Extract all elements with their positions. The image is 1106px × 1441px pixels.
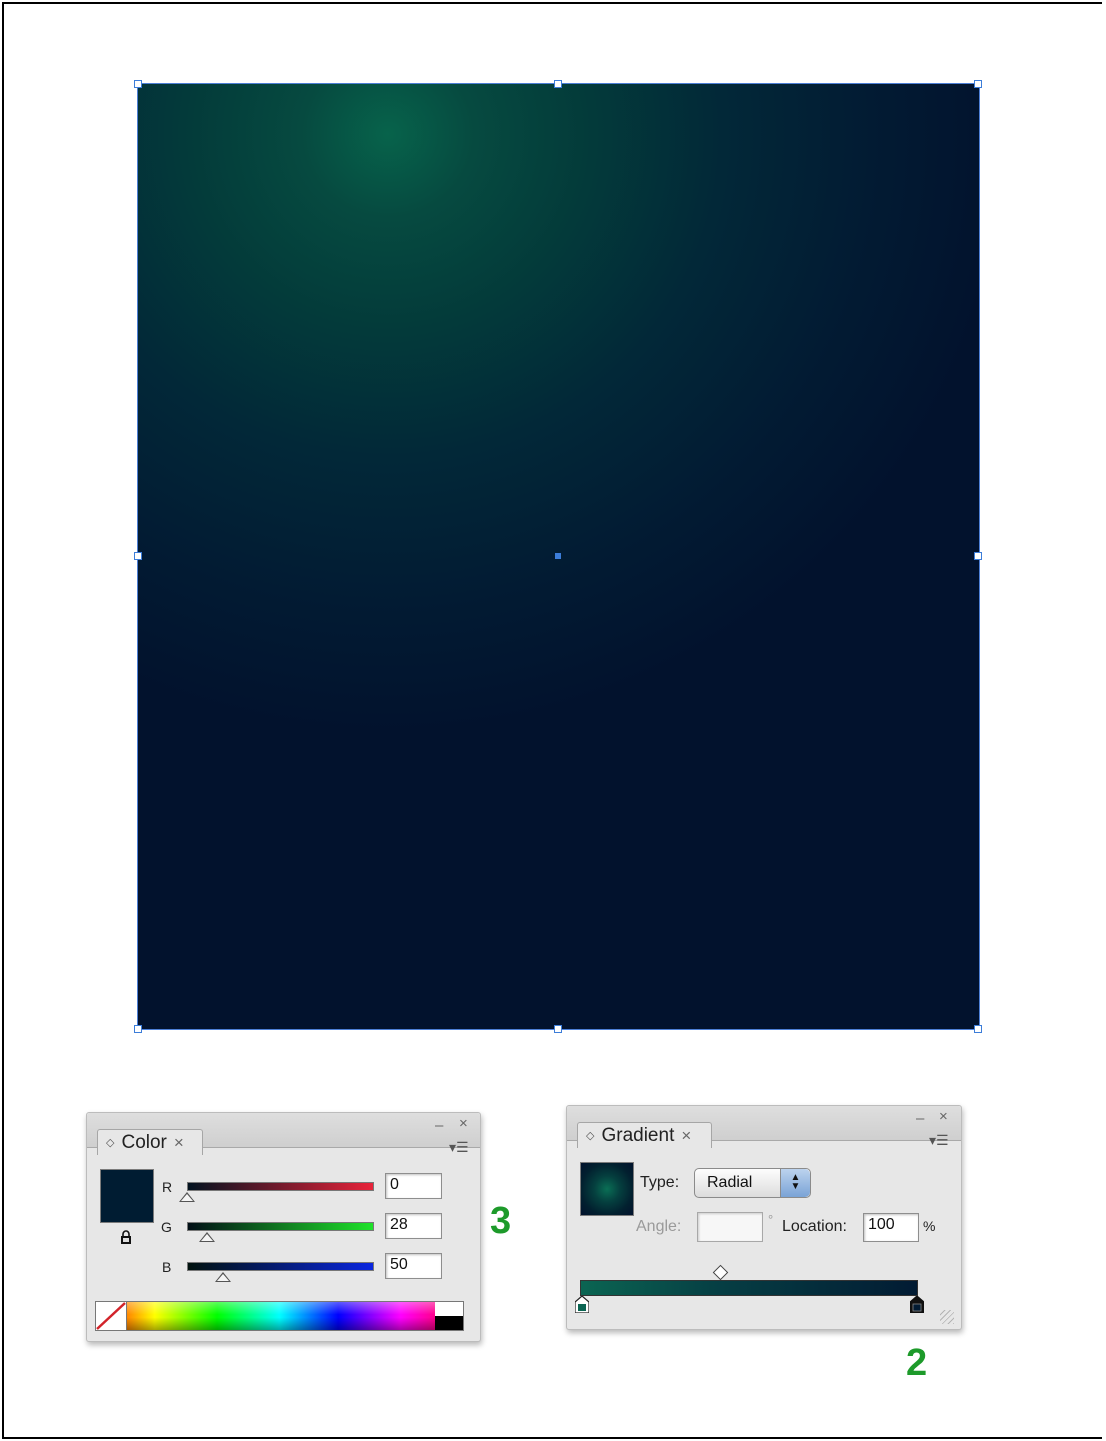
selection-handle-bottom-left[interactable] xyxy=(134,1025,142,1033)
blue-slider-thumb[interactable] xyxy=(215,1272,231,1282)
red-value-input[interactable]: 0 xyxy=(385,1173,442,1199)
close-icon[interactable]: × xyxy=(939,1109,948,1124)
gradient-type-select[interactable]: Radial ▲ ▼ xyxy=(694,1168,811,1198)
color-panel: ◇ Color × – × ▾☰ R 0 G 28 B 50 xyxy=(86,1112,481,1342)
selection-handle-middle-right[interactable] xyxy=(974,552,982,560)
close-icon[interactable]: × xyxy=(459,1116,468,1131)
resize-grip-icon[interactable] xyxy=(940,1310,954,1324)
gradient-tab-label: Gradient xyxy=(601,1124,675,1146)
gradient-midpoint-diamond[interactable] xyxy=(712,1264,729,1281)
angle-label: Angle: xyxy=(636,1218,682,1235)
green-slider-track[interactable] xyxy=(187,1222,374,1231)
type-label: Type: xyxy=(640,1174,680,1191)
percent-symbol: % xyxy=(923,1218,936,1234)
green-channel-label: G xyxy=(161,1219,172,1235)
color-panel-tab[interactable]: ◇ Color × xyxy=(97,1129,203,1155)
location-label: Location: xyxy=(782,1218,847,1235)
degree-symbol: ° xyxy=(768,1212,774,1227)
location-input[interactable]: 100 xyxy=(863,1213,919,1242)
gradient-type-value: Radial xyxy=(707,1174,753,1191)
blue-channel-label: B xyxy=(162,1259,172,1275)
out-of-gamut-lock-icon xyxy=(121,1230,131,1244)
panel-options-toggle-icon[interactable]: ◇ xyxy=(106,1136,114,1149)
blue-value-input[interactable]: 50 xyxy=(385,1253,442,1279)
green-value-input[interactable]: 28 xyxy=(385,1213,442,1239)
minimize-icon[interactable]: – xyxy=(435,1118,443,1133)
selection-handle-top-center[interactable] xyxy=(554,80,562,88)
select-stepper-icon: ▲ ▼ xyxy=(780,1169,810,1197)
green-slider-thumb[interactable] xyxy=(199,1232,215,1242)
panel-menu-icon[interactable]: ▾☰ xyxy=(449,1140,469,1154)
color-spectrum-bar[interactable] xyxy=(95,1301,464,1331)
fill-color-swatch[interactable] xyxy=(100,1169,154,1223)
gradient-panel: ◇ Gradient × – × ▾☰ Type: Radial ▲ ▼ Angl… xyxy=(566,1105,962,1330)
angle-input[interactable] xyxy=(697,1212,763,1242)
black-white-swatches[interactable] xyxy=(435,1302,463,1330)
blue-slider-track[interactable] xyxy=(187,1262,374,1271)
minimize-icon[interactable]: – xyxy=(916,1111,924,1126)
none-color-icon[interactable] xyxy=(96,1302,127,1330)
panel-menu-icon[interactable]: ▾☰ xyxy=(929,1133,949,1147)
close-tab-icon[interactable]: × xyxy=(174,1133,184,1153)
red-channel-label: R xyxy=(162,1179,173,1195)
selection-handle-middle-left[interactable] xyxy=(134,552,142,560)
gradient-stop-start[interactable] xyxy=(575,1296,589,1313)
gradient-panel-tab[interactable]: ◇ Gradient × xyxy=(577,1122,712,1148)
selection-handle-bottom-right[interactable] xyxy=(974,1025,982,1033)
gradient-preview-swatch[interactable] xyxy=(580,1162,634,1216)
close-tab-icon[interactable]: × xyxy=(681,1126,691,1146)
selection-handle-bottom-center[interactable] xyxy=(554,1025,562,1033)
red-slider-thumb[interactable] xyxy=(179,1192,195,1202)
step-number-2: 2 xyxy=(906,1342,928,1384)
selection-handle-top-right[interactable] xyxy=(974,80,982,88)
step-number-3: 3 xyxy=(490,1200,512,1242)
gradient-stop-end[interactable] xyxy=(910,1296,924,1313)
panel-options-toggle-icon[interactable]: ◇ xyxy=(586,1129,594,1142)
selection-handle-top-left[interactable] xyxy=(134,80,142,88)
color-tab-label: Color xyxy=(121,1131,167,1153)
gradient-slider-bar[interactable] xyxy=(580,1280,918,1296)
red-slider-track[interactable] xyxy=(187,1182,374,1191)
selection-center-point[interactable] xyxy=(555,553,561,559)
